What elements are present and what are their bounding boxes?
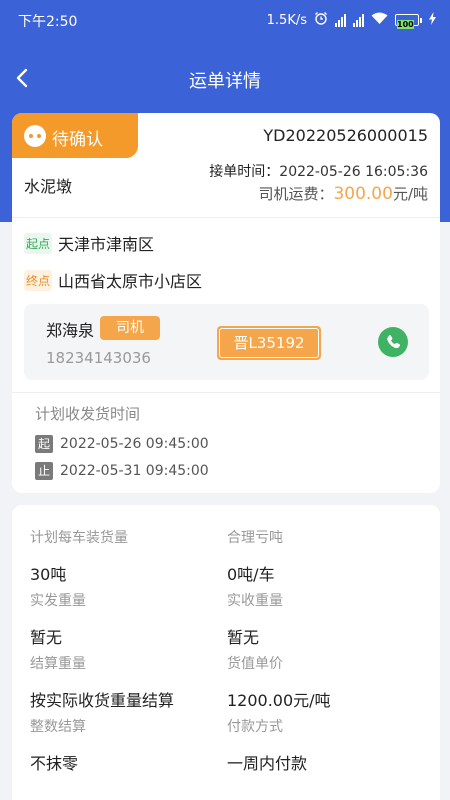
plan-time-title: 计划收发货时间: [35, 405, 141, 423]
end-tag: 终点: [24, 269, 53, 291]
driver-fee-amount: 300.00: [333, 184, 393, 204]
detail-value: 按实际收货重量结算: [30, 691, 175, 710]
detail-label: 结算重量: [30, 656, 86, 672]
detail-value: 一周内付款: [227, 754, 308, 773]
status-icons: 1.5K/s 100: [267, 11, 436, 29]
divider: [12, 392, 440, 393]
start-tag: 起点: [24, 232, 53, 254]
end-address: 山西省太原市小店区: [58, 272, 203, 291]
status-bar: 下午2:50 1.5K/s 100: [0, 0, 450, 40]
detail-label: 计划每车装货量: [30, 530, 128, 546]
detail-label: 付款方式: [227, 719, 283, 735]
plan-end-time: 2022-05-31 09:45:00: [60, 463, 209, 479]
accept-time: 接单时间：2022-05-26 16:05:36: [209, 161, 428, 181]
plan-start-tag: 起: [35, 435, 53, 453]
detail-value: 不抹零: [30, 754, 79, 773]
phone-icon: [378, 335, 408, 361]
nav-bar: 运单详情: [0, 56, 450, 100]
divider: [12, 217, 440, 218]
driver-phone: 18234143036: [46, 349, 151, 367]
license-plate: 晋L35192: [217, 326, 321, 360]
detail-plan-load: 计划每车装货量 30吨: [30, 527, 128, 585]
detail-label: 整数结算: [30, 719, 86, 735]
detail-received-weight: 实收重量 暂无: [227, 590, 283, 648]
order-status-label: 待确认: [52, 130, 103, 150]
plan-start: 起 2022-05-26 09:45:00: [35, 435, 209, 453]
driver-fee-unit: 元/吨: [392, 185, 428, 203]
detail-label: 实发重量: [30, 593, 86, 609]
license-plate-number: 晋L35192: [219, 328, 319, 358]
detail-label: 实收重量: [227, 593, 283, 609]
charging-icon: [429, 11, 436, 29]
plan-end-tag: 止: [35, 462, 53, 480]
plan-start-time: 2022-05-26 09:45:00: [60, 436, 209, 452]
wifi-icon: [371, 12, 388, 29]
net-speed: 1.5K/s: [266, 12, 307, 28]
detail-payment-method: 付款方式 一周内付款: [227, 716, 307, 774]
detail-settlement-weight: 结算重量 按实际收货重量结算: [30, 653, 174, 711]
driver-fee-label: 司机运费：: [258, 185, 334, 203]
detail-value: 暂无: [227, 628, 260, 647]
detail-value: 1200.00元/吨: [227, 691, 331, 710]
alarm-icon: [314, 11, 328, 29]
details-card: 计划每车装货量 30吨 合理亏吨 0吨/车 实发重量 暂无 实收重量 暂无 结算…: [12, 505, 440, 800]
order-status-badge: 待确认: [12, 113, 138, 158]
route-start: 起点 天津市津南区: [24, 231, 154, 255]
order-card: 待确认 YD20220526000015 水泥墩 接单时间：2022-05-26…: [12, 113, 440, 493]
driver-info: 郑海泉 司机 18234143036 晋L35192: [24, 304, 429, 380]
driver-name: 郑海泉: [46, 321, 95, 340]
order-number: YD20220526000015: [263, 126, 428, 145]
detail-label: 合理亏吨: [227, 530, 283, 546]
battery-icon: 100: [395, 14, 422, 29]
detail-shipped-weight: 实发重量 暂无: [30, 590, 86, 648]
call-button[interactable]: [378, 327, 408, 357]
detail-rounding: 整数结算 不抹零: [30, 716, 86, 774]
accept-time-value: 2022-05-26 16:05:36: [279, 164, 428, 180]
signal-icon-2: [353, 13, 364, 27]
plan-end: 止 2022-05-31 09:45:00: [35, 462, 209, 480]
signal-icon: [335, 13, 346, 27]
detail-label: 货值单价: [227, 656, 283, 672]
status-time: 下午2:50: [18, 14, 78, 30]
detail-value: 暂无: [30, 628, 63, 647]
route-end: 终点 山西省太原市小店区: [24, 268, 202, 292]
start-address: 天津市津南区: [58, 235, 155, 254]
pending-icon: [24, 125, 46, 147]
detail-unit-price: 货值单价 1200.00元/吨: [227, 653, 331, 711]
cargo-name: 水泥墩: [24, 177, 73, 196]
detail-allowed-loss: 合理亏吨 0吨/车: [227, 527, 283, 585]
detail-value: 0吨/车: [227, 565, 275, 584]
page-title: 运单详情: [189, 71, 261, 92]
accept-time-label: 接单时间：: [209, 164, 280, 180]
driver-role-badge: 司机: [100, 316, 160, 340]
driver-fee: 司机运费：300.00元/吨: [258, 183, 428, 204]
detail-value: 30吨: [30, 565, 67, 584]
